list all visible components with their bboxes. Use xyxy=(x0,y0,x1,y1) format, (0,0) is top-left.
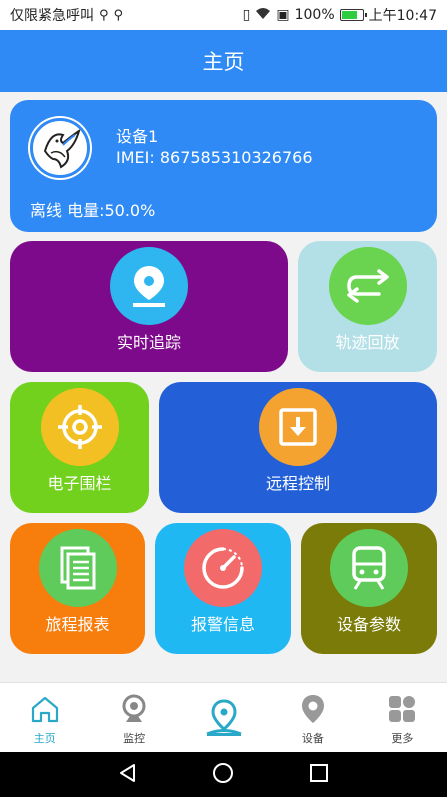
tab-label: 监控 xyxy=(123,732,146,745)
trip-report-tile[interactable]: 旅程报表 xyxy=(10,523,145,654)
tab-device[interactable]: 设备 xyxy=(268,683,357,752)
tile-label: 实时追踪 xyxy=(116,333,181,352)
tab-location[interactable] xyxy=(179,683,268,752)
remote-control-tile[interactable]: 远程控制 xyxy=(159,382,437,513)
grid-icon xyxy=(386,693,418,725)
battery-icon xyxy=(339,9,367,21)
back-icon[interactable] xyxy=(117,762,139,788)
train-icon xyxy=(330,529,408,607)
device-card[interactable]: 设备1 IMEI: 867585310326766 离线 电量:50.0% xyxy=(10,100,437,232)
download-box-icon xyxy=(259,388,337,466)
tile-label: 电子围栏 xyxy=(47,474,112,493)
tab-label: 设备 xyxy=(301,732,324,745)
status-bar: 仅限紧急呼叫 ⚲ ⚲ ▯ ▣ 100% 上午10:47 xyxy=(0,0,447,30)
device-name: 设备1 xyxy=(116,127,159,146)
device-imei: IMEI: 867585310326766 xyxy=(116,148,313,167)
tile-label: 设备参数 xyxy=(336,615,401,634)
usb-icon: ⚲ xyxy=(113,7,124,23)
tab-home[interactable]: 主页 xyxy=(0,683,89,752)
tile-label: 旅程报表 xyxy=(45,615,110,634)
device-avatar xyxy=(30,118,90,178)
device-pin-icon xyxy=(297,693,329,725)
dove-icon xyxy=(34,122,86,174)
tab-label: 更多 xyxy=(391,732,414,745)
bottom-tab-bar: 主页 监控 设备 更多 xyxy=(0,682,447,752)
tile-label: 远程控制 xyxy=(265,474,330,493)
carrier-text: 仅限紧急呼叫 xyxy=(10,8,94,24)
location-pin-icon xyxy=(110,247,188,325)
route-icon xyxy=(328,247,407,325)
home-icon xyxy=(29,693,61,725)
clock: 上午10:47 xyxy=(368,8,437,24)
target-icon xyxy=(40,388,119,466)
realtime-tracking-tile[interactable]: 实时追踪 xyxy=(10,241,288,372)
geofence-tile[interactable]: 电子围栏 xyxy=(10,382,149,513)
track-playback-tile[interactable]: 轨迹回放 xyxy=(298,241,437,372)
system-nav-bar xyxy=(0,752,447,797)
alert-icon: ▣ xyxy=(276,7,290,23)
home-circle-icon[interactable] xyxy=(212,762,234,788)
page-title: 主页 xyxy=(202,50,245,74)
document-icon xyxy=(38,529,117,607)
tile-label: 报警信息 xyxy=(190,615,255,634)
app-header: 主页 xyxy=(0,30,447,92)
battery-percent: 100% xyxy=(294,7,335,23)
tile-label: 轨迹回放 xyxy=(335,333,400,352)
location-icon xyxy=(204,699,244,739)
tab-monitor[interactable]: 监控 xyxy=(89,683,178,752)
device-params-tile[interactable]: 设备参数 xyxy=(301,523,437,654)
device-status: 离线 电量:50.0% xyxy=(30,201,156,220)
recents-icon[interactable] xyxy=(308,762,330,788)
speedometer-icon xyxy=(184,529,262,607)
vibrate-icon: ▯ xyxy=(242,7,251,23)
wifi-icon xyxy=(255,7,271,24)
tab-label: 主页 xyxy=(33,732,56,745)
tab-more[interactable]: 更多 xyxy=(358,683,447,752)
camera-icon xyxy=(118,693,150,725)
alarm-info-tile[interactable]: 报警信息 xyxy=(155,523,291,654)
usb-icon: ⚲ xyxy=(99,7,109,23)
